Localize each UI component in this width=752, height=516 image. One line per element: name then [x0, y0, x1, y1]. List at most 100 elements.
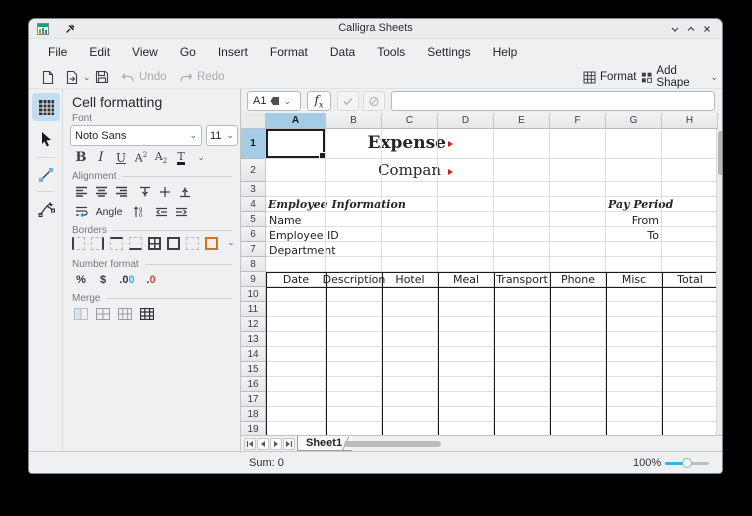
row-header-17[interactable]: 17: [241, 392, 266, 407]
column-header-H[interactable]: H: [662, 113, 718, 129]
cancel-formula-button[interactable]: [363, 91, 385, 111]
border-bottom-button[interactable]: [129, 237, 142, 250]
column-header-C[interactable]: C: [382, 113, 438, 129]
italic-button[interactable]: I: [92, 149, 110, 166]
cell-tool-button[interactable]: [32, 93, 60, 121]
line-tool-button[interactable]: [32, 161, 60, 189]
save-button[interactable]: [91, 67, 113, 87]
border-color-button[interactable]: [205, 237, 218, 250]
new-document-button[interactable]: [37, 67, 59, 87]
add-shape-button[interactable]: Add Shape ⌄: [637, 67, 722, 87]
row-header-3[interactable]: 3: [241, 182, 266, 197]
row-header-6[interactable]: 6: [241, 227, 266, 242]
vertical-scrollbar[interactable]: [716, 129, 723, 437]
menu-view[interactable]: View: [121, 42, 169, 62]
bold-button[interactable]: B: [72, 149, 90, 166]
indent-less-button[interactable]: [152, 203, 170, 220]
precision-decrease-button[interactable]: .0: [142, 271, 160, 288]
cell-reference-box[interactable]: A1 ⌄: [247, 91, 301, 111]
menu-settings[interactable]: Settings: [416, 42, 481, 62]
precision-increase-button[interactable]: .00: [116, 271, 138, 288]
open-dropdown-chevron-icon[interactable]: ⌄: [83, 73, 91, 82]
row-header-11[interactable]: 11: [241, 302, 266, 317]
angle-button[interactable]: Angle: [92, 203, 126, 220]
column-header-D[interactable]: D: [438, 113, 494, 129]
next-sheet-button[interactable]: [270, 438, 282, 450]
column-header-B[interactable]: B: [326, 113, 382, 129]
menu-help[interactable]: Help: [482, 42, 529, 62]
dissolve-merge-button[interactable]: [138, 305, 156, 322]
column-header-G[interactable]: G: [606, 113, 662, 129]
undo-button[interactable]: Undo: [117, 67, 171, 87]
border-outline-button[interactable]: [167, 237, 180, 250]
formula-input[interactable]: [391, 91, 715, 111]
menu-edit[interactable]: Edit: [78, 42, 121, 62]
first-sheet-button[interactable]: [244, 438, 256, 450]
zoom-slider[interactable]: [665, 462, 709, 465]
row-header-9[interactable]: 9: [241, 272, 266, 287]
minimize-button[interactable]: [668, 22, 682, 36]
merge-vertical-button[interactable]: [116, 305, 134, 322]
menu-go[interactable]: Go: [169, 42, 207, 62]
row-header-10[interactable]: 10: [241, 287, 266, 302]
merge-cells-button[interactable]: [72, 305, 90, 322]
menu-format[interactable]: Format: [259, 42, 319, 62]
column-header-E[interactable]: E: [494, 113, 550, 129]
maximize-button[interactable]: [684, 22, 698, 36]
select-all-corner[interactable]: [241, 113, 266, 129]
vertical-text-button[interactable]: 90: [130, 203, 148, 220]
subscript-button[interactable]: A2: [152, 149, 170, 166]
align-bottom-button[interactable]: [176, 183, 194, 200]
row-header-1[interactable]: 1: [241, 129, 266, 159]
percent-format-button[interactable]: %: [72, 271, 90, 288]
font-family-select[interactable]: Noto Sans ⌄: [70, 125, 202, 146]
menu-data[interactable]: Data: [319, 42, 366, 62]
row-header-13[interactable]: 13: [241, 332, 266, 347]
align-center-button[interactable]: [92, 183, 110, 200]
row-header-2[interactable]: 2: [241, 159, 266, 182]
last-sheet-button[interactable]: [283, 438, 295, 450]
close-button[interactable]: [700, 22, 714, 36]
row-header-5[interactable]: 5: [241, 212, 266, 227]
align-middle-button[interactable]: [156, 183, 174, 200]
menu-file[interactable]: File: [37, 42, 78, 62]
currency-format-button[interactable]: $: [94, 271, 112, 288]
font-size-select[interactable]: 11 ⌄: [206, 125, 238, 146]
accept-formula-button[interactable]: [337, 91, 359, 111]
format-button[interactable]: Format: [579, 67, 640, 87]
open-document-button[interactable]: ⌄: [61, 67, 95, 87]
border-none-button[interactable]: [186, 237, 199, 250]
selection-tool-button[interactable]: [32, 125, 60, 153]
border-top-button[interactable]: [110, 237, 123, 250]
function-button[interactable]: fx: [307, 91, 331, 111]
menu-tools[interactable]: Tools: [366, 42, 416, 62]
titlebar[interactable]: Calligra Sheets: [29, 19, 722, 39]
align-top-button[interactable]: [136, 183, 154, 200]
underline-button[interactable]: U: [112, 149, 130, 166]
row-header-12[interactable]: 12: [241, 317, 266, 332]
border-all-button[interactable]: [148, 237, 161, 250]
row-header-16[interactable]: 16: [241, 377, 266, 392]
horizontal-scrollbar-thumb[interactable]: [344, 441, 441, 447]
cell-selection[interactable]: [266, 129, 325, 158]
borders-more-chevron-icon[interactable]: ⌄: [222, 234, 240, 251]
align-right-button[interactable]: [112, 183, 130, 200]
row-header-18[interactable]: 18: [241, 407, 266, 422]
align-left-button[interactable]: [72, 183, 90, 200]
previous-sheet-button[interactable]: [257, 438, 269, 450]
row-header-15[interactable]: 15: [241, 362, 266, 377]
redo-button[interactable]: Redo: [175, 67, 229, 87]
menu-insert[interactable]: Insert: [207, 42, 259, 62]
path-tool-button[interactable]: [32, 195, 60, 223]
row-header-8[interactable]: 8: [241, 257, 266, 272]
font-color-button[interactable]: T: [172, 149, 190, 166]
font-more-chevron-icon[interactable]: ⌄: [192, 149, 210, 166]
column-header-A[interactable]: A: [266, 113, 326, 129]
wrap-text-button[interactable]: [72, 203, 90, 220]
sheet-grid[interactable]: Expense Compan Employee Information Pay …: [266, 129, 718, 437]
row-header-4[interactable]: 4: [241, 197, 266, 212]
superscript-button[interactable]: A2: [132, 149, 150, 166]
zoom-slider-knob[interactable]: [682, 458, 692, 468]
indent-more-button[interactable]: [172, 203, 190, 220]
border-left-button[interactable]: [72, 237, 85, 250]
